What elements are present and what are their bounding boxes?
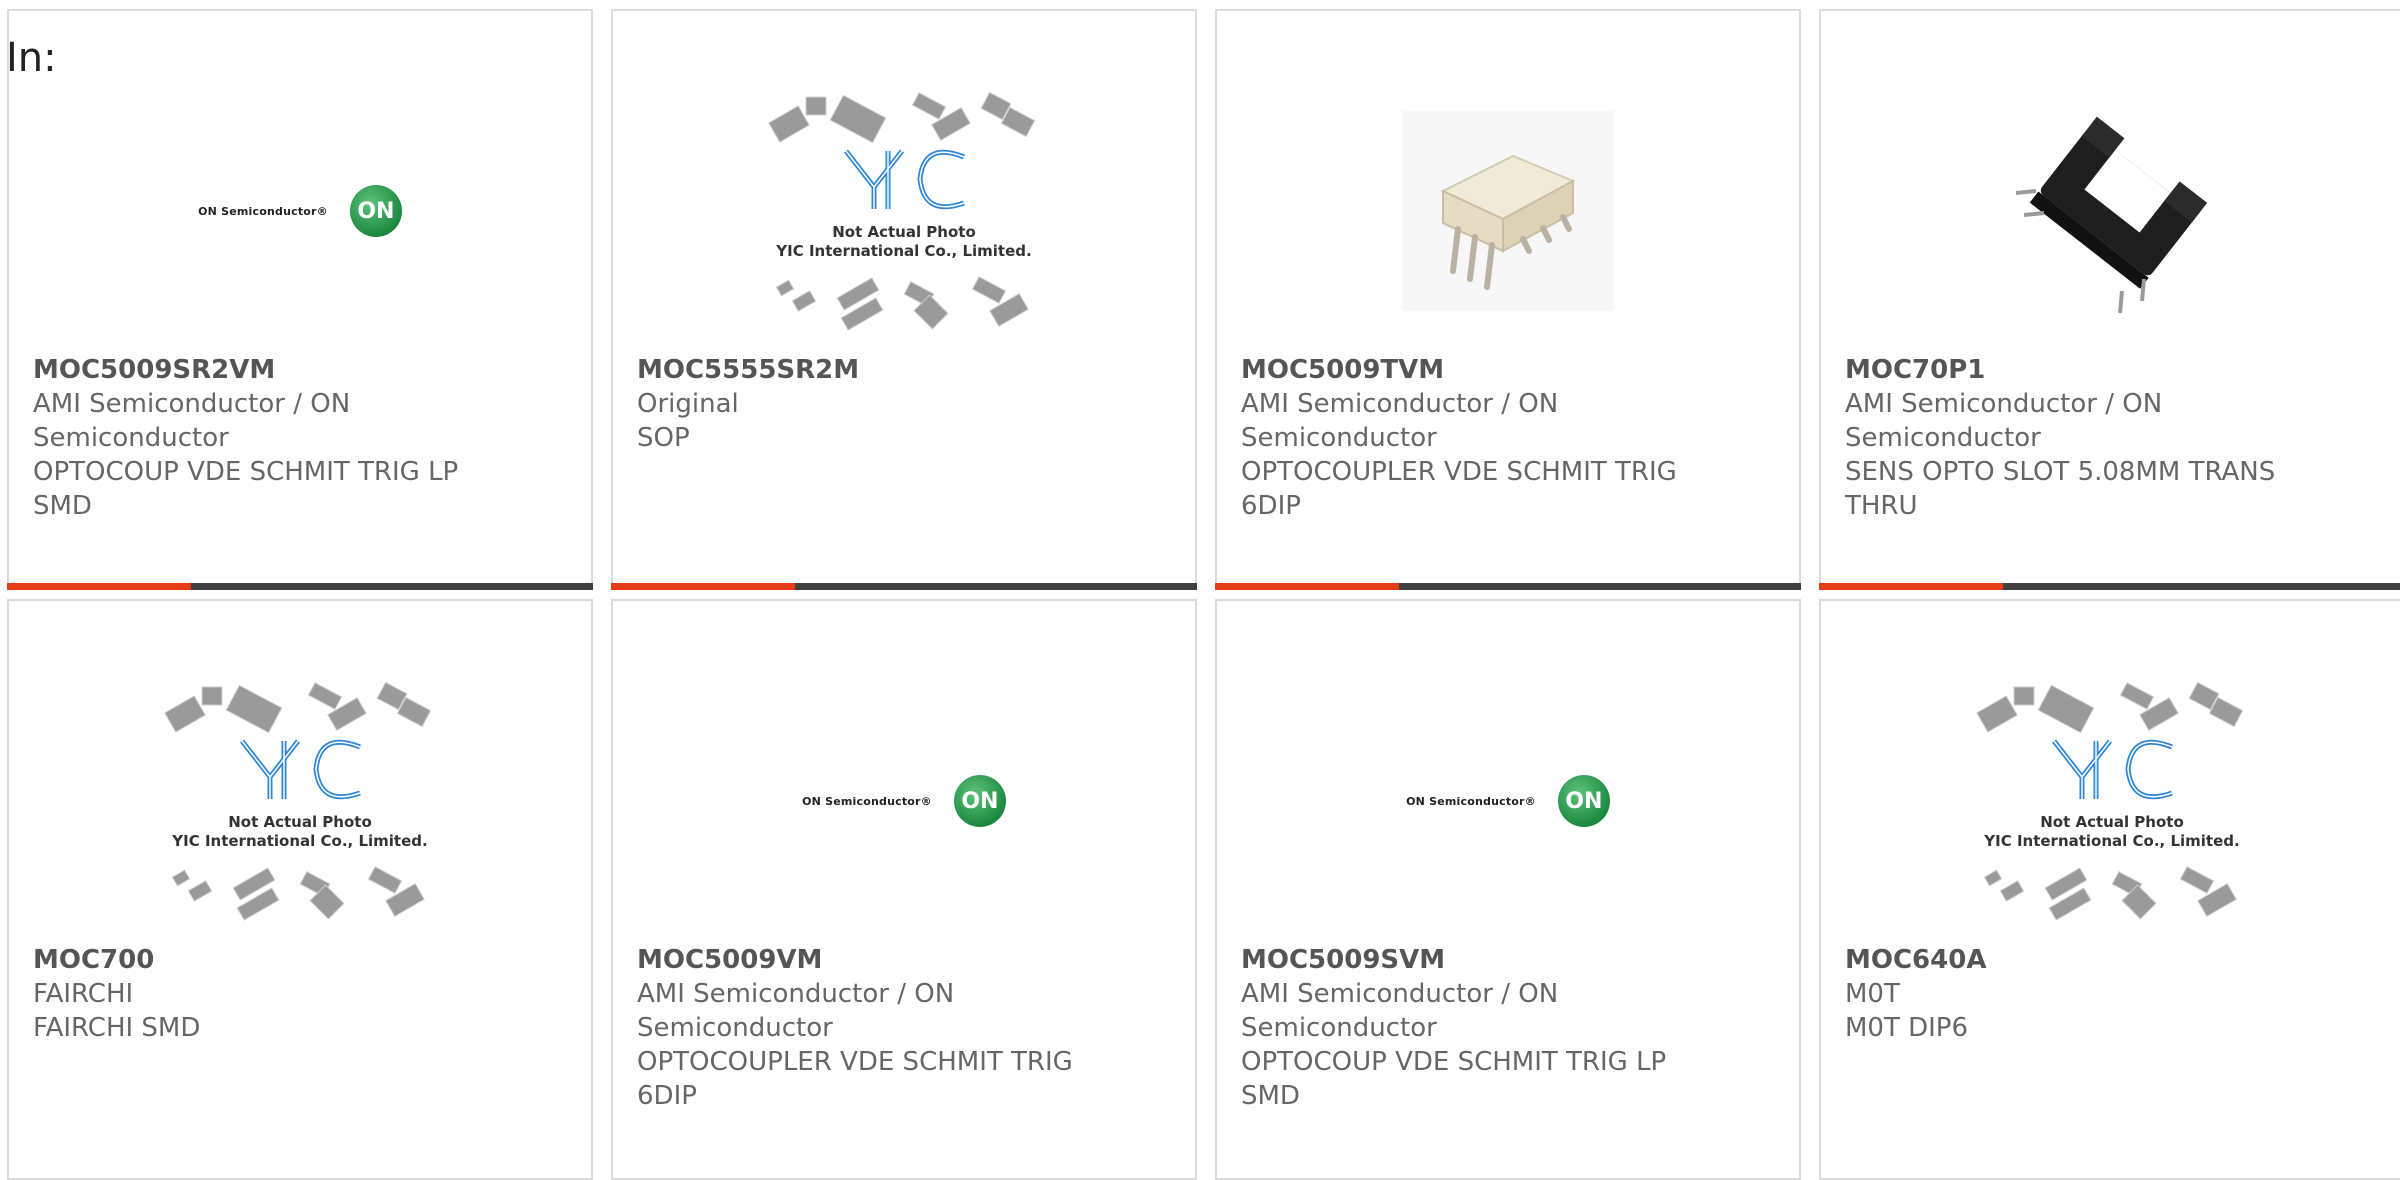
product-image: Not Actual Photo YIC International Co., … [1821,671,2400,931]
product-image: ON Semiconductor® ON [9,81,591,341]
manufacturer: AMI Semiconductor / ON Semiconductor [1241,389,1559,453]
card-bottom-bar [7,583,593,590]
part-number[interactable]: MOC5009SVM [1241,943,1681,977]
product-image [1217,81,1799,341]
card-bottom-bar [1819,583,2400,590]
product-card[interactable]: Not Actual Photo YIC International Co., … [1819,599,2400,1180]
product-card[interactable]: MOC70P1 AMI Semiconductor / ON Semicondu… [1819,9,2400,590]
manufacturer: Original [637,389,739,419]
on-semiconductor-logo-icon: ON Semiconductor® ON [1406,775,1610,827]
product-image: ON Semiconductor® ON [613,671,1195,931]
part-number[interactable]: MOC640A [1845,943,2285,977]
manufacturer: FAIRCHI [33,979,134,1009]
description: FAIRCHI SMD [33,1013,201,1043]
svg-text:YIC International Co., Limited: YIC International Co., Limited. [171,832,427,850]
part-number[interactable]: MOC5009TVM [1241,353,1681,387]
manufacturer: AMI Semiconductor / ON Semiconductor [1241,979,1559,1043]
description: SOP [637,423,690,453]
on-semiconductor-logo-icon: ON Semiconductor® ON [802,775,1006,827]
svg-text:Not Actual Photo: Not Actual Photo [2040,813,2184,831]
svg-text:YIC International Co., Limited: YIC International Co., Limited. [1983,832,2239,850]
manufacturer: M0T [1845,979,1900,1009]
product-card[interactable]: ON Semiconductor® ON MOC5009SVM AMI Semi… [1215,599,1801,1180]
svg-text:Not Actual Photo: Not Actual Photo [228,813,372,831]
part-number[interactable]: MOC5009SR2VM [33,353,473,387]
product-card[interactable]: ON Semiconductor® ON MOC5009SR2VM AMI Se… [7,9,593,590]
card-bottom-bar [1215,583,1801,590]
description: M0T DIP6 [1845,1013,1969,1043]
manufacturer: AMI Semiconductor / ON Semiconductor [637,979,955,1043]
description: OPTOCOUP VDE SCHMIT TRIG LP SMD [33,457,459,521]
description: OPTOCOUPLER VDE SCHMIT TRIG 6DIP [1241,457,1677,521]
on-semiconductor-logo-icon: ON Semiconductor® ON [198,185,402,237]
manufacturer: AMI Semiconductor / ON Semiconductor [33,389,351,453]
filter-in-label: In: [6,35,57,81]
yic-not-actual-photo-icon: Not Actual Photo YIC International Co., … [164,681,432,921]
part-number[interactable]: MOC5555SR2M [637,353,1077,387]
description: OPTOCOUP VDE SCHMIT TRIG LP SMD [1241,1047,1667,1111]
product-card[interactable]: Not Actual Photo YIC International Co., … [611,9,1197,590]
product-card[interactable]: MOC5009TVM AMI Semiconductor / ON Semico… [1215,9,1801,590]
svg-text:Not Actual Photo: Not Actual Photo [832,223,976,241]
slot-sensor-photo-icon [2015,116,2208,314]
description: OPTOCOUPLER VDE SCHMIT TRIG 6DIP [637,1047,1073,1111]
yic-not-actual-photo-icon: Not Actual Photo YIC International Co., … [768,91,1036,331]
product-image [1821,81,2400,341]
dip6-package-photo-icon [1403,111,1613,311]
card-bottom-bar [611,583,1197,590]
product-image: ON Semiconductor® ON [1217,671,1799,931]
product-card[interactable]: ON Semiconductor® ON MOC5009VM AMI Semic… [611,599,1197,1180]
description: SENS OPTO SLOT 5.08MM TRANS THRU [1845,457,2276,521]
yic-not-actual-photo-icon: Not Actual Photo YIC International Co., … [1976,681,2244,921]
manufacturer: AMI Semiconductor / ON Semiconductor [1845,389,2163,453]
product-image: Not Actual Photo YIC International Co., … [613,81,1195,341]
part-number[interactable]: MOC5009VM [637,943,1077,977]
svg-text:YIC International Co., Limited: YIC International Co., Limited. [775,242,1031,260]
product-image: Not Actual Photo YIC International Co., … [9,671,591,931]
part-number[interactable]: MOC70P1 [1845,353,2285,387]
part-number[interactable]: MOC700 [33,943,473,977]
product-card[interactable]: Not Actual Photo YIC International Co., … [7,599,593,1180]
